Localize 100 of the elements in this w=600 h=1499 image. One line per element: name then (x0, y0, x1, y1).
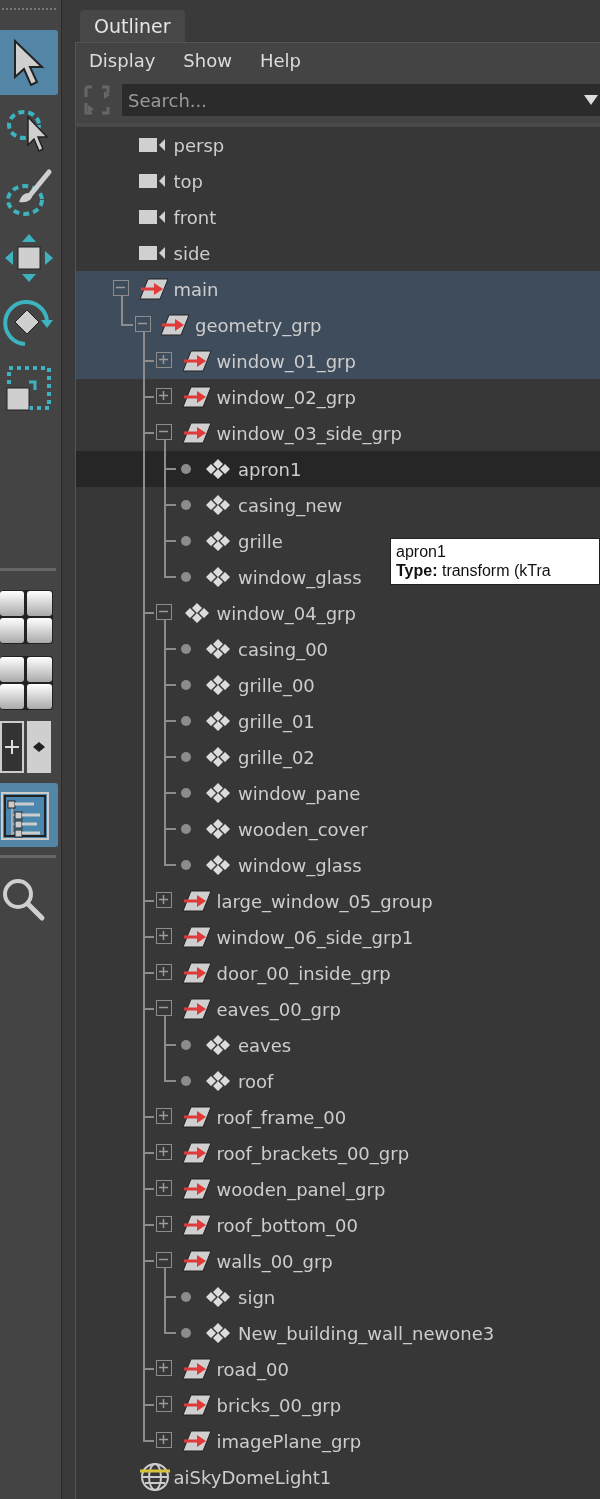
tree-row[interactable]: window_04_grp (76, 595, 600, 631)
plus-icon (157, 1361, 170, 1374)
node-label: walls_00_grp (216, 1250, 333, 1272)
tree-row[interactable]: New_building_wall_newone3 (76, 1315, 600, 1351)
node-label: top (173, 170, 203, 192)
connector-dot (180, 644, 191, 654)
tree-row[interactable]: casing_00 (76, 631, 600, 667)
tree-row[interactable]: main (76, 271, 600, 307)
node-label: window_glass (238, 566, 362, 588)
expand-toggle[interactable] (156, 964, 172, 980)
arrow-parallelogram-icon (181, 1142, 212, 1164)
connector-dot (180, 1076, 191, 1086)
node-label: persp (173, 134, 225, 156)
plus-icon (157, 965, 170, 978)
tree-row[interactable]: apron1 (76, 451, 600, 487)
tree-row[interactable]: window_pane (76, 775, 600, 811)
collapse-toggle[interactable] (156, 424, 172, 440)
expand-toggle[interactable] (156, 928, 172, 944)
expand-toggle[interactable] (156, 1432, 172, 1448)
tree-row[interactable]: persp (76, 127, 600, 163)
camera-icon (138, 209, 165, 225)
tree-row[interactable]: aiSkyDomeLight1 (76, 1459, 600, 1495)
tree-row[interactable]: roof_bottom_00 (76, 1207, 600, 1243)
collapse-toggle[interactable] (113, 280, 129, 296)
tree-row[interactable]: geometry_grp (76, 307, 600, 343)
select-tool-button[interactable] (0, 30, 58, 95)
tree-row[interactable]: bricks_00_grp (76, 1387, 600, 1423)
dropdown-triangle-icon[interactable] (584, 95, 598, 105)
collapse-toggle[interactable] (156, 604, 172, 620)
tree-row[interactable]: eaves (76, 1027, 600, 1063)
expand-toggle[interactable] (156, 1108, 172, 1124)
tree-row[interactable]: wooden_cover (76, 811, 600, 847)
arrow-parallelogram-icon (181, 1250, 212, 1272)
expand-toggle[interactable] (156, 352, 172, 368)
tree-row[interactable]: front (76, 199, 600, 235)
tree-row[interactable]: grille_01 (76, 703, 600, 739)
arrow-parallelogram-icon (160, 314, 190, 336)
expand-toggle[interactable] (156, 892, 172, 908)
node-label: window_02_grp (216, 386, 356, 408)
node-label: sign (238, 1286, 276, 1308)
tree-row[interactable]: window_02_grp (76, 379, 600, 415)
tree-row[interactable]: eaves_00_grp (76, 991, 600, 1027)
arrow-parallelogram-icon (181, 1106, 212, 1128)
arrow-parallelogram-icon (181, 926, 212, 948)
node-label: large_window_05_group (216, 890, 433, 912)
tooltip-title: apron1 (396, 542, 447, 562)
connector-dot (180, 860, 191, 870)
menu-item[interactable]: Help (259, 49, 301, 71)
tree-row[interactable]: window_06_side_grp1 (76, 919, 600, 955)
collapse-toggle[interactable] (156, 1252, 172, 1268)
tree-row[interactable]: wooden_panel_grp (76, 1171, 600, 1207)
tree-row[interactable]: roof (76, 1063, 600, 1099)
connector-dot (180, 464, 191, 474)
tree-row[interactable]: side (76, 235, 600, 271)
menu-item[interactable]: Show (183, 49, 232, 71)
expand-toggle[interactable] (156, 1180, 172, 1196)
node-label: window_06_side_grp1 (216, 926, 414, 948)
arrow-parallelogram-icon (181, 1178, 212, 1200)
expand-toggle[interactable] (156, 388, 172, 404)
plus-icon (157, 353, 170, 366)
node-label: window_pane (238, 782, 361, 804)
node-label: eaves_00_grp (216, 998, 341, 1020)
tree-row[interactable]: road_00 (76, 1351, 600, 1387)
outliner-button[interactable] (0, 783, 58, 847)
node-label: grille_01 (238, 710, 315, 732)
arrow-parallelogram-icon (181, 1430, 212, 1452)
node-label: bricks_00_grp (216, 1394, 342, 1416)
connector-dot (180, 752, 191, 762)
node-label: roof_frame_00 (216, 1106, 347, 1128)
expand-toggle[interactable] (156, 1144, 172, 1160)
expand-toggle[interactable] (156, 1216, 172, 1232)
node-label: window_03_side_grp (216, 422, 402, 444)
tree-row[interactable]: sign (76, 1279, 600, 1315)
tree-row[interactable]: large_window_05_group (76, 883, 600, 919)
connector-dot (180, 1328, 191, 1338)
tree-row[interactable]: top (76, 163, 600, 199)
collapse-toggle[interactable] (156, 1000, 172, 1016)
search-field[interactable]: Search... (122, 84, 600, 116)
outliner-tab[interactable]: Outliner (80, 10, 185, 42)
collapse-toggle[interactable] (134, 316, 151, 332)
tree-row[interactable]: roof_brackets_00_grp (76, 1135, 600, 1171)
node-label: window_04_grp (216, 602, 356, 624)
arrow-parallelogram-icon (181, 890, 212, 912)
node-label: main (173, 278, 219, 300)
plus-icon (157, 1217, 170, 1230)
tree-row[interactable]: grille_02 (76, 739, 600, 775)
expand-toggle[interactable] (156, 1360, 172, 1376)
tree-row[interactable]: imagePlane_grp (76, 1423, 600, 1459)
tree-row[interactable]: walls_00_grp (76, 1243, 600, 1279)
expand-toggle[interactable] (156, 1396, 172, 1412)
menu-item[interactable]: Display (89, 49, 156, 71)
tree-row[interactable]: window_glass (76, 847, 600, 883)
connector-dot (180, 572, 191, 582)
camera-icon (138, 137, 165, 153)
tree-row[interactable]: window_01_grp (76, 343, 600, 379)
arrow-parallelogram-icon (181, 1358, 212, 1380)
tree-row[interactable]: door_00_inside_grp (76, 955, 600, 991)
tree-row[interactable]: casing_new (76, 487, 600, 523)
tree-row[interactable]: grille_00 (76, 667, 600, 703)
tree-row[interactable]: roof_frame_00 (76, 1099, 600, 1135)
